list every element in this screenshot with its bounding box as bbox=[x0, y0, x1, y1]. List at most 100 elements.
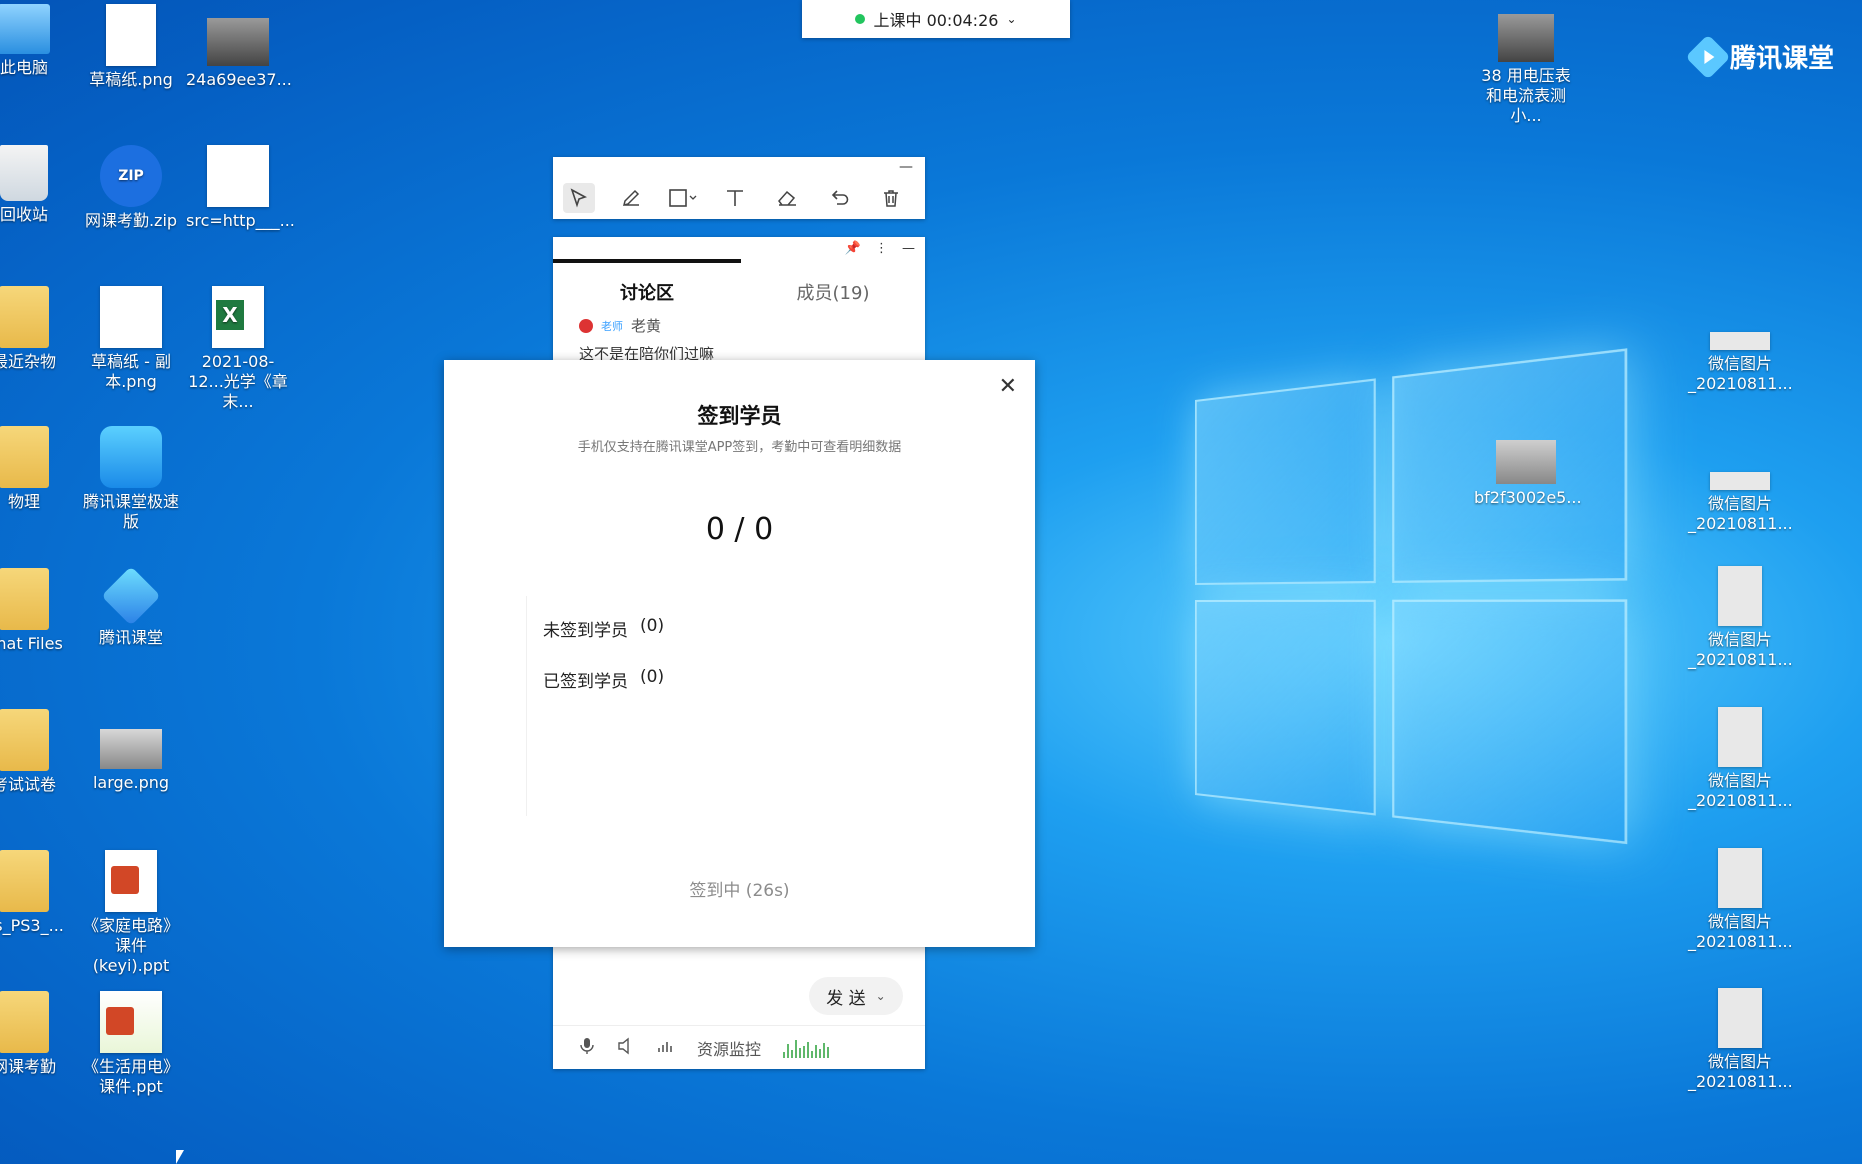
active-tab-indicator bbox=[553, 259, 741, 263]
tencent-classroom-icon bbox=[101, 566, 161, 626]
desktop-icon-tencent-classroom[interactable]: 腾讯课堂 bbox=[79, 566, 183, 648]
signed-label: 已签到学员 bbox=[543, 672, 628, 692]
image-file-icon bbox=[207, 145, 269, 207]
pin-icon[interactable]: 📌 bbox=[845, 241, 861, 256]
image-file-icon bbox=[1710, 332, 1770, 350]
student-list: 未签到学员 (0) 已签到学员 (0) bbox=[526, 596, 987, 816]
desktop-icon-wechat-5[interactable]: 微信图片_20210811... bbox=[1688, 848, 1793, 952]
desktop-icon-attendance-folder[interactable]: 网课考勤 bbox=[0, 991, 76, 1077]
desktop-icon-physics-folder[interactable]: 物理 bbox=[0, 426, 76, 512]
whiteboard-toolbar: — bbox=[553, 157, 925, 219]
image-file-icon bbox=[100, 286, 162, 348]
folder-icon bbox=[0, 709, 49, 771]
chevron-down-icon[interactable]: ⌄ bbox=[1006, 12, 1016, 26]
desktop-icon-draft-png[interactable]: 草稿纸.png bbox=[79, 4, 183, 90]
live-status-dot bbox=[855, 14, 866, 24]
powerpoint-file-icon bbox=[105, 850, 157, 912]
desktop-icon-home-circuit-ppt[interactable]: 《家庭电路》课件(keyi).ppt bbox=[79, 850, 183, 976]
desktop-icon-wechat-2[interactable]: 微信图片_20210811... bbox=[1688, 460, 1793, 534]
desktop-icon-voltmeter[interactable]: 38 用电压表和电流表测小... bbox=[1474, 14, 1578, 126]
desktop-icon-bf2f[interactable]: bf2f3002e5... bbox=[1474, 440, 1582, 508]
class-status-bar[interactable]: 上课中 00:04:26 ⌄ bbox=[802, 0, 1070, 38]
tencent-classroom-lite-icon bbox=[100, 426, 162, 488]
resource-monitor-graph bbox=[783, 1038, 830, 1058]
dialog-title: 签到学员 bbox=[697, 404, 782, 428]
computer-icon bbox=[0, 4, 50, 54]
select-icon[interactable] bbox=[563, 183, 595, 213]
not-signed-row[interactable]: 未签到学员 (0) bbox=[543, 616, 664, 641]
message-sender: 老师 老黄 bbox=[579, 315, 661, 336]
resource-monitor-label[interactable]: 资源监控 bbox=[697, 1036, 761, 1060]
desktop-icon-electricity-ppt[interactable]: 《生活用电》课件.ppt bbox=[79, 991, 183, 1097]
not-signed-label: 未签到学员 bbox=[543, 621, 628, 641]
tab-discussion[interactable]: 讨论区 bbox=[553, 279, 741, 305]
desktop-icon-draft-copy[interactable]: 草稿纸 - 副本.png bbox=[79, 286, 183, 392]
desktop-icon-wechat-1[interactable]: 微信图片_20210811... bbox=[1688, 320, 1793, 394]
folder-icon bbox=[0, 850, 49, 912]
chevron-down-icon[interactable]: ⌄ bbox=[876, 989, 886, 1003]
folder-icon bbox=[0, 426, 49, 488]
photo-thumbnail-icon bbox=[1498, 14, 1554, 62]
signal-icon[interactable] bbox=[657, 1038, 675, 1058]
desktop-icon-xlsx[interactable]: 2021-08-12...光学《章末... bbox=[186, 286, 290, 412]
speaker-icon[interactable] bbox=[617, 1037, 635, 1059]
play-logo-icon bbox=[1685, 33, 1731, 80]
photo-thumbnail-icon bbox=[207, 18, 269, 66]
dialog-subtitle: 手机仅支持在腾讯课堂APP签到，考勤中可查看明细数据 bbox=[577, 440, 902, 455]
sender-name: 老黄 bbox=[631, 317, 662, 335]
not-signed-count: (0) bbox=[640, 616, 665, 636]
sign-in-dialog: ✕ 签到学员 手机仅支持在腾讯课堂APP签到，考勤中可查看明细数据 0 / 0 … bbox=[444, 360, 1035, 947]
desktop-icon-24a69[interactable]: 24a69ee37... bbox=[186, 4, 292, 90]
desktop-icon-large-png[interactable]: large.png bbox=[79, 709, 183, 793]
trash-icon[interactable] bbox=[875, 183, 907, 213]
minimize-button[interactable]: — bbox=[899, 159, 913, 175]
image-file-icon bbox=[106, 4, 156, 66]
send-button[interactable]: 发 送 ⌄ bbox=[809, 977, 903, 1015]
desktop-icon-ps3-folder[interactable]: us_PS3_... bbox=[0, 850, 76, 936]
desktop-icon-misc-folder[interactable]: 最近杂物 bbox=[0, 286, 76, 372]
class-timer: 上课中 00:04:26 bbox=[873, 11, 999, 30]
photo-thumbnail-icon bbox=[100, 729, 162, 769]
eraser-icon[interactable] bbox=[771, 183, 803, 213]
desktop-icon-wechat-3[interactable]: 微信图片_20210811... bbox=[1688, 566, 1793, 670]
sign-in-count: 0 / 0 bbox=[705, 512, 774, 547]
close-icon[interactable]: ✕ bbox=[999, 374, 1017, 399]
image-file-icon bbox=[1718, 988, 1762, 1048]
desktop-icon-wechat-4[interactable]: 微信图片_20210811... bbox=[1688, 707, 1793, 811]
image-file-icon bbox=[1718, 566, 1762, 626]
shape-icon[interactable] bbox=[667, 183, 699, 213]
image-file-icon bbox=[1718, 707, 1762, 767]
windows-logo bbox=[1195, 348, 1628, 856]
folder-icon bbox=[0, 286, 49, 348]
more-icon[interactable]: ⋮ bbox=[875, 241, 888, 256]
undo-icon[interactable] bbox=[823, 183, 855, 213]
image-file-icon bbox=[1710, 472, 1770, 490]
signed-count: (0) bbox=[640, 667, 665, 687]
tencent-classroom-brand: 腾讯课堂 bbox=[1685, 33, 1834, 80]
signed-row[interactable]: 已签到学员 (0) bbox=[543, 667, 664, 692]
minimize-button[interactable]: — bbox=[902, 241, 915, 256]
desktop-icon-tencent-lite[interactable]: 腾讯课堂极速版 bbox=[79, 426, 183, 532]
desktop-icon-wechat-6[interactable]: 微信图片_20210811... bbox=[1688, 988, 1793, 1092]
pen-icon[interactable] bbox=[615, 183, 647, 213]
powerpoint-file-icon bbox=[100, 991, 162, 1053]
mouse-cursor-icon bbox=[176, 1150, 184, 1164]
folder-icon bbox=[0, 991, 49, 1053]
desktop-icon-chat-files[interactable]: Chat Files bbox=[0, 568, 76, 654]
microphone-icon[interactable] bbox=[579, 1037, 595, 1059]
desktop-icon-src-http[interactable]: src=http___... bbox=[186, 145, 295, 231]
desktop-icon-exam-folder[interactable]: 考试试卷 bbox=[0, 709, 76, 795]
excel-file-icon bbox=[212, 286, 264, 348]
folder-icon bbox=[0, 568, 49, 630]
desktop-icon-pc[interactable]: 此电脑 bbox=[0, 4, 76, 78]
zip-archive-icon: ZIP bbox=[100, 145, 162, 207]
desktop-icon-recycle-bin[interactable]: 回收站 bbox=[0, 145, 76, 225]
sign-in-status: 签到中 (26s) bbox=[689, 881, 790, 901]
desktop-icon-zip[interactable]: ZIP 网课考勤.zip bbox=[79, 145, 183, 231]
tab-members[interactable]: 成员(19) bbox=[741, 279, 925, 305]
teacher-badge: 老师 bbox=[601, 319, 623, 333]
text-icon[interactable] bbox=[719, 183, 751, 213]
chat-bottom-bar: 资源监控 bbox=[553, 1025, 925, 1069]
avatar bbox=[579, 318, 593, 333]
photo-thumbnail-icon bbox=[1496, 440, 1556, 484]
